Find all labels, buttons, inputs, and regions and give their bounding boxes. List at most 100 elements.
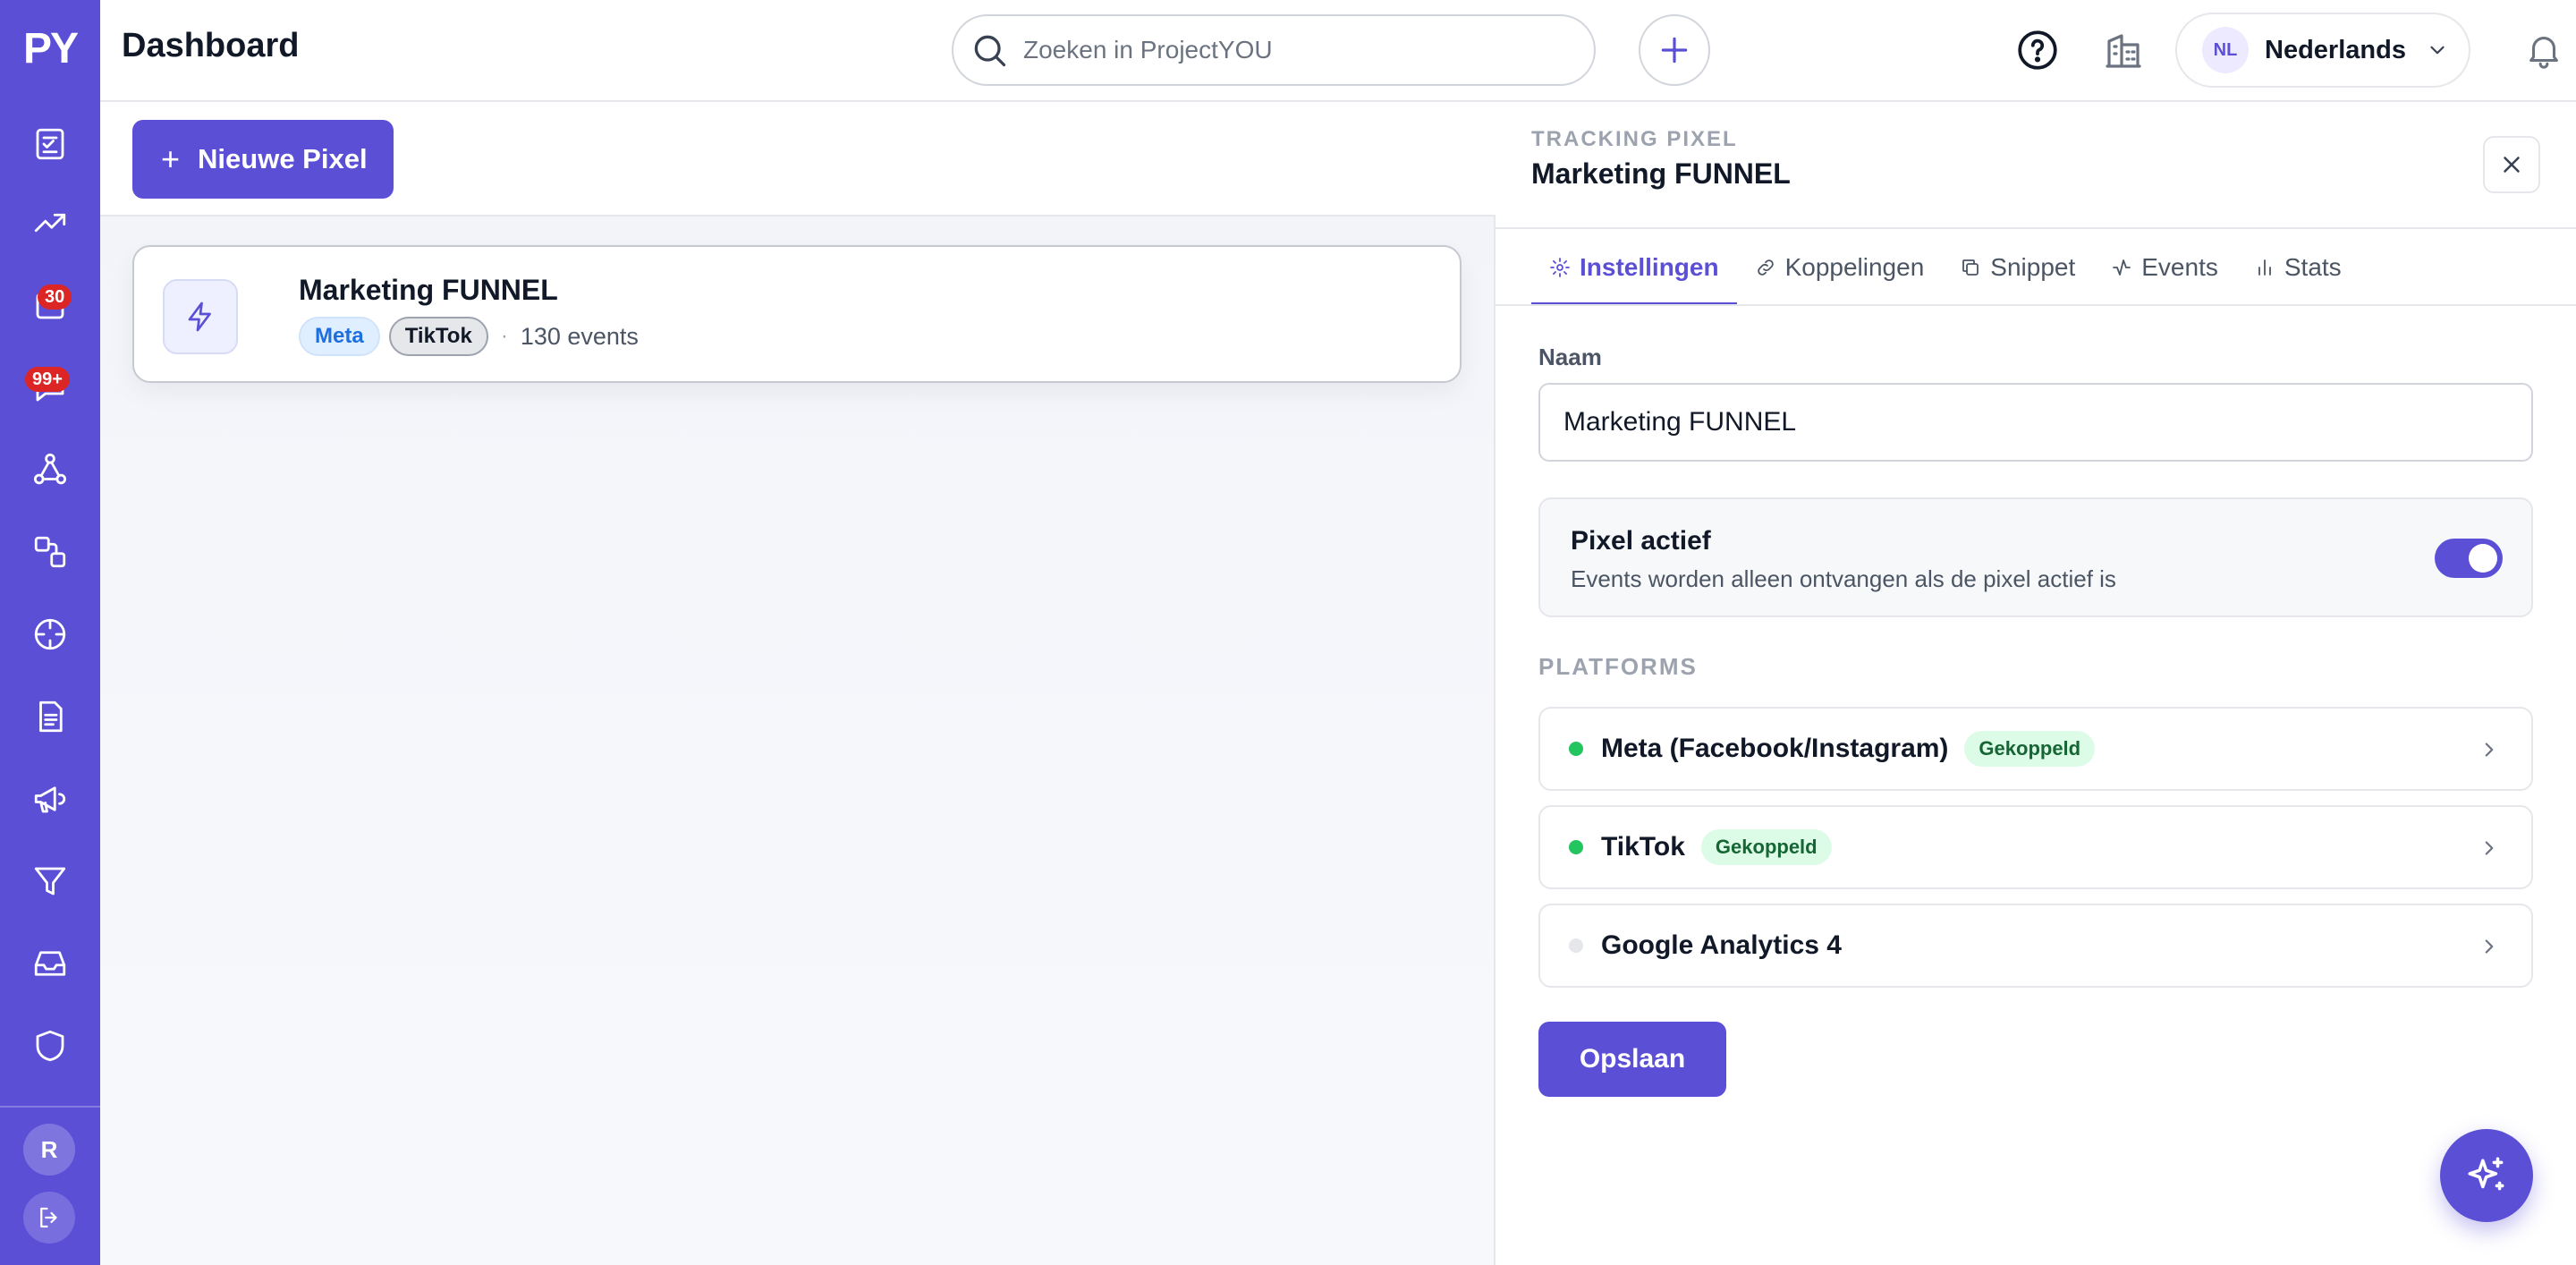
tab-stats[interactable]: Stats xyxy=(2236,229,2360,306)
chevron-right-icon xyxy=(2485,841,2494,855)
crosshair-icon xyxy=(34,618,66,650)
status-dot xyxy=(1569,938,1583,953)
pixel-card-icon xyxy=(163,279,238,354)
link-icon xyxy=(1757,259,1774,276)
pixel-event-count: 130 events xyxy=(520,322,639,350)
platform-name: Meta (Facebook/Instagram) xyxy=(1601,734,1949,763)
document-icon xyxy=(39,700,63,733)
gear-icon xyxy=(1550,258,1570,277)
logout-button[interactable] xyxy=(23,1192,75,1244)
plus-icon xyxy=(1661,37,1688,64)
top-header: Dashboard NL Nederlands xyxy=(100,0,2576,102)
search-input[interactable] xyxy=(1023,36,1560,64)
network-icon xyxy=(33,453,67,485)
status-dot xyxy=(1569,742,1583,756)
platform-row-tiktok[interactable]: TikTok Gekoppeld xyxy=(1538,805,2533,889)
detail-title: Marketing FUNNEL xyxy=(1531,157,1791,190)
app-logo[interactable]: PY xyxy=(0,20,100,79)
tab-label: Snippet xyxy=(1990,253,2076,281)
tab-events[interactable]: Events xyxy=(2093,229,2236,306)
name-label: Naam xyxy=(1538,344,1602,370)
building-icon xyxy=(2106,34,2141,68)
help-icon xyxy=(2018,30,2057,70)
sidebar: PY 30 99+ R xyxy=(0,0,100,1265)
language-code: NL xyxy=(2202,27,2249,73)
platform-row-ga4[interactable]: Google Analytics 4 xyxy=(1538,904,2533,988)
platform-tag-tiktok: TikTok xyxy=(388,317,488,356)
tab-label: Stats xyxy=(2284,253,2342,281)
tab-label: Koppelingen xyxy=(1784,253,1925,281)
pixel-active-description: Events worden alleen ontvangen als de pi… xyxy=(1571,565,2116,592)
platform-tag-meta: Meta xyxy=(299,317,380,356)
platform-name: Google Analytics 4 xyxy=(1601,930,1842,960)
status-badge: Gekoppeld xyxy=(1700,829,1832,865)
platforms-heading: PLATFORMS xyxy=(1538,653,1698,680)
sidebar-item-analytics[interactable] xyxy=(28,200,72,245)
help-button[interactable] xyxy=(2012,25,2063,75)
pixel-active-toggle[interactable] xyxy=(2435,539,2503,578)
language-selector[interactable]: NL Nederlands xyxy=(2175,13,2470,88)
close-button[interactable] xyxy=(2483,136,2540,193)
sparkles-icon xyxy=(2468,1157,2504,1191)
save-button[interactable]: Opslaan xyxy=(1538,1022,1726,1097)
chevron-right-icon xyxy=(2485,743,2494,757)
platform-row-meta[interactable]: Meta (Facebook/Instagram) Gekoppeld xyxy=(1538,707,2533,791)
meta-separator: · xyxy=(500,324,508,348)
sidebar-item-workflows[interactable] xyxy=(28,530,72,574)
trending-up-icon xyxy=(34,213,66,233)
pixel-list-pane: + Nieuwe Pixel Marketing FUNNEL Meta Tik… xyxy=(100,102,1496,1265)
sidebar-item-tasks[interactable] xyxy=(28,122,72,166)
tab-koppelingen[interactable]: Koppelingen xyxy=(1737,229,1943,306)
pixel-active-title: Pixel actief xyxy=(1571,526,1711,556)
notifications-button[interactable] xyxy=(2519,25,2569,75)
sidebar-item-funnels[interactable] xyxy=(28,859,72,904)
status-dot xyxy=(1569,840,1583,854)
avatar[interactable]: R xyxy=(23,1124,75,1176)
chevron-right-icon xyxy=(2485,939,2494,954)
platform-name: TikTok xyxy=(1601,832,1685,862)
detail-tabs: Instellingen Koppelingen Snippet Events … xyxy=(1531,229,2360,306)
messages-badge: 99+ xyxy=(25,367,70,392)
workflow-icon xyxy=(34,536,66,568)
status-badge: Gekoppeld xyxy=(1964,731,2096,767)
lightning-icon xyxy=(188,301,211,332)
pixel-card[interactable]: Marketing FUNNEL Meta TikTok · 130 event… xyxy=(132,245,1462,383)
pixel-card-title: Marketing FUNNEL xyxy=(299,274,558,306)
tab-label: Instellingen xyxy=(1580,253,1719,281)
bar-chart-icon xyxy=(2258,259,2271,276)
pixel-detail-pane: TRACKING PIXEL Marketing FUNNEL Instelli… xyxy=(1496,102,2576,1265)
detail-eyebrow: TRACKING PIXEL xyxy=(1531,127,1738,151)
search-bar[interactable] xyxy=(952,14,1596,86)
organization-button[interactable] xyxy=(2098,25,2148,75)
new-pixel-button[interactable]: + Nieuwe Pixel xyxy=(132,120,394,199)
search-icon xyxy=(974,35,1006,67)
sidebar-item-security[interactable] xyxy=(28,1023,72,1068)
bell-icon xyxy=(2529,37,2558,69)
list-toolbar: + Nieuwe Pixel xyxy=(100,102,1496,216)
sidebar-item-targeting[interactable] xyxy=(28,612,72,657)
megaphone-icon xyxy=(34,786,66,813)
funnel-icon xyxy=(34,867,66,896)
tab-label: Events xyxy=(2141,253,2218,281)
sidebar-item-network[interactable] xyxy=(28,447,72,492)
logout-icon xyxy=(40,1207,57,1228)
pixel-active-setting: Pixel actief Events worden alleen ontvan… xyxy=(1538,497,2533,617)
sidebar-item-inbox[interactable] xyxy=(28,941,72,986)
sidebar-divider xyxy=(0,1106,100,1108)
name-field[interactable] xyxy=(1538,383,2533,462)
plus-icon: + xyxy=(161,140,181,177)
language-label: Nederlands xyxy=(2265,35,2406,64)
sidebar-item-campaigns[interactable] xyxy=(28,777,72,821)
inbox-icon xyxy=(34,951,66,976)
chevron-down-icon xyxy=(2430,46,2445,55)
pixel-card-meta: Meta TikTok · 130 events xyxy=(299,317,639,356)
sidebar-item-documents[interactable] xyxy=(28,694,72,739)
close-icon xyxy=(2504,157,2520,173)
ai-assistant-button[interactable] xyxy=(2440,1129,2533,1222)
calendar-badge: 30 xyxy=(38,284,72,310)
toggle-knob xyxy=(2469,544,2497,573)
quick-add-button[interactable] xyxy=(1639,14,1710,86)
tab-instellingen[interactable]: Instellingen xyxy=(1531,229,1737,306)
tab-snippet[interactable]: Snippet xyxy=(1942,229,2093,306)
activity-icon xyxy=(2113,259,2131,276)
